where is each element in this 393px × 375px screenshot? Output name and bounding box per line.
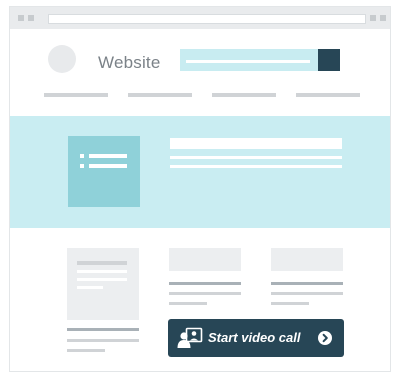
browser-window: Website Start video call <box>9 6 391 372</box>
search-button[interactable] <box>318 49 340 71</box>
toolbar-dot[interactable] <box>370 15 376 21</box>
nav-item[interactable] <box>296 93 360 97</box>
card-text-line <box>169 302 207 305</box>
chevron-right-circle-icon <box>318 331 332 345</box>
address-bar[interactable] <box>48 14 366 24</box>
toolbar-dot[interactable] <box>380 15 386 21</box>
card-text-line <box>67 349 105 352</box>
window-control-dot[interactable] <box>18 15 24 21</box>
card-image-line <box>77 261 127 265</box>
hero-heading-line <box>170 138 342 149</box>
card-image <box>169 248 241 271</box>
nav-item[interactable] <box>44 93 108 97</box>
window-control-dot[interactable] <box>28 15 34 21</box>
browser-toolbar <box>10 7 390 29</box>
card-image <box>67 248 139 320</box>
card-text-line <box>271 302 309 305</box>
card-title-line <box>271 282 343 285</box>
card-image-line <box>77 278 127 281</box>
bullet-dot <box>80 164 84 168</box>
site-logo[interactable] <box>48 45 76 73</box>
card-title-line <box>67 328 139 331</box>
card-text-line <box>271 292 343 295</box>
card-image-line <box>77 270 127 273</box>
start-video-call-button[interactable]: Start video call <box>168 319 344 357</box>
card-text-line <box>169 292 241 295</box>
card-title-line <box>169 282 241 285</box>
bullet-line <box>89 154 127 158</box>
hero-text-line <box>170 156 342 159</box>
bullet-dot <box>80 154 84 158</box>
hero-text-line <box>170 165 342 168</box>
site-name: Website <box>98 53 161 72</box>
card-text-line <box>67 339 139 342</box>
nav-item[interactable] <box>128 93 192 97</box>
hero-banner <box>10 116 390 228</box>
hero-image <box>68 136 140 207</box>
card-image <box>271 248 343 271</box>
search-input-placeholder-line <box>186 60 310 63</box>
nav-item[interactable] <box>212 93 276 97</box>
start-video-call-label: Start video call <box>208 330 301 345</box>
card-image-line <box>77 286 103 289</box>
video-call-people-icon <box>177 327 203 348</box>
bullet-line <box>89 164 127 168</box>
